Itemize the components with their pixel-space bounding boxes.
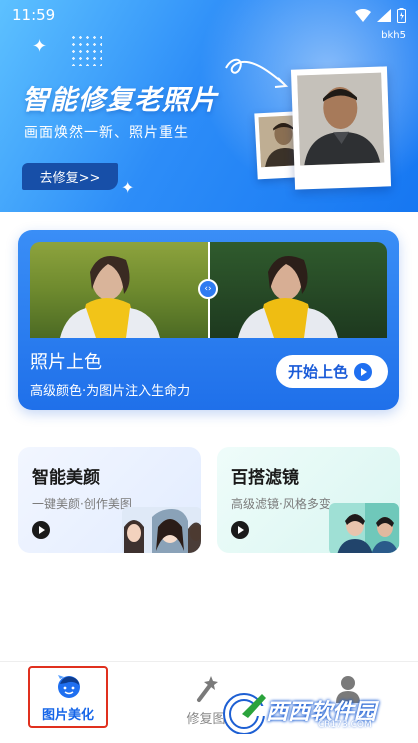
hero-title: 智能修复老照片 <box>22 85 218 116</box>
filter-title: 百搭滤镜 <box>231 468 299 488</box>
smart-beauty-subtitle: 一键美颜·创作美图 <box>32 497 132 511</box>
status-time: 11:59 <box>12 6 56 24</box>
face-icon <box>58 675 80 698</box>
site-watermark: 西西软件园 CR173.COM <box>222 690 418 738</box>
watermark-logo <box>223 693 270 734</box>
smart-beauty-card[interactable]: 智能美颜 一键美颜·创作美图 <box>18 447 201 553</box>
nav-label-beauty: 图片美化 <box>41 708 94 723</box>
user-tag: bkh5 <box>381 30 406 41</box>
watermark-url: CR173.COM <box>318 720 372 730</box>
status-bar: 11:59 <box>0 0 418 30</box>
battery-icon <box>397 7 406 23</box>
restored-photo <box>290 66 392 190</box>
colorize-title: 照片上色 <box>30 352 102 373</box>
wifi-icon <box>355 8 371 22</box>
play-icon <box>354 362 373 381</box>
signal-icon <box>377 8 391 22</box>
play-icon[interactable] <box>32 521 50 539</box>
play-icon[interactable] <box>231 521 249 539</box>
sparkle-icon: ✦ <box>32 36 48 57</box>
start-colorize-label: 开始上色 <box>288 363 349 381</box>
portrait-illustration <box>297 72 385 166</box>
filter-preview-image <box>329 503 399 553</box>
sparkle-icon: ✦ <box>121 178 135 197</box>
dot-grid-decoration <box>70 34 102 66</box>
go-repair-button[interactable]: 去修复>> <box>22 163 118 190</box>
magic-wand-icon <box>197 676 218 702</box>
hero-banner[interactable]: ✦ ✦ 11:59 bkh5 智能修复老照片 画面焕然一新、照片重生 去修复>> <box>0 0 418 212</box>
compare-slider-handle[interactable]: ‹› <box>198 279 218 299</box>
arrow-decoration <box>225 58 289 88</box>
smart-beauty-title: 智能美颜 <box>32 468 100 488</box>
status-icons <box>355 7 406 23</box>
start-colorize-button[interactable]: 开始上色 <box>276 355 388 388</box>
beauty-preview-image <box>122 507 201 553</box>
hero-subtitle: 画面焕然一新、照片重生 <box>24 125 189 141</box>
nav-item-beauty[interactable]: 图片美化 <box>28 666 108 728</box>
colorize-subtitle: 高级颜色·为图片注入生命力 <box>30 384 191 399</box>
after-image <box>208 242 387 338</box>
filter-card[interactable]: 百搭滤镜 高级滤镜·风格多变 <box>217 447 400 553</box>
filter-subtitle: 高级滤镜·风格多变 <box>231 497 331 511</box>
before-image <box>30 242 209 338</box>
